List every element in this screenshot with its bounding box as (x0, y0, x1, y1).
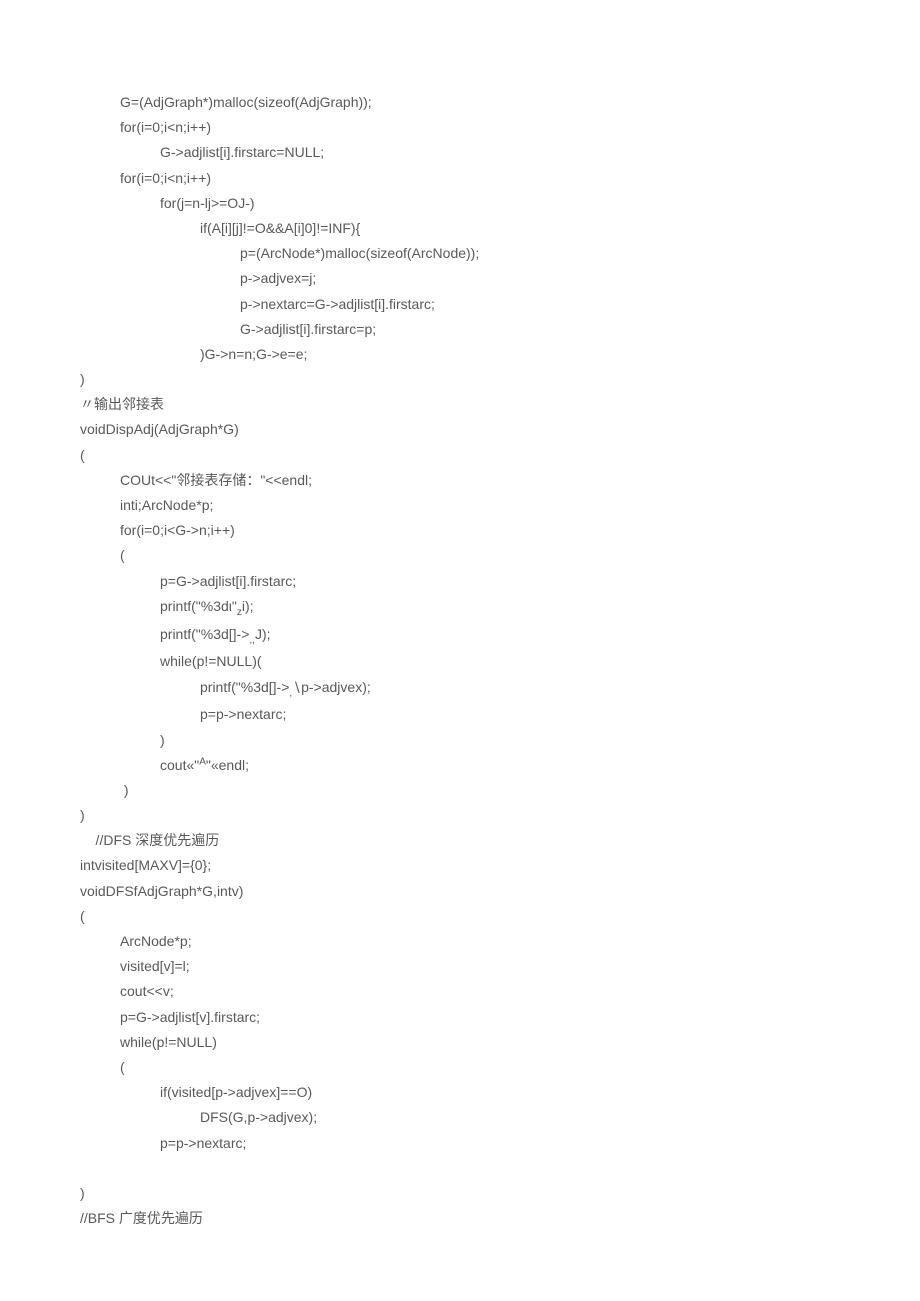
code-line: voidDFSfAdjGraph*G,intv) (80, 879, 840, 904)
code-line: ) (80, 728, 840, 753)
code-line: ( (80, 443, 840, 468)
code-line: cout«"A"«endl; (80, 753, 840, 778)
code-line: p=p->nextarc; (80, 1131, 840, 1156)
code-line: p=G->adjlist[i].firstarc; (80, 569, 840, 594)
code-line: p->adjvex=j; (80, 266, 840, 291)
code-line: G=(AdjGraph*)malloc(sizeof(AdjGraph)); (80, 90, 840, 115)
code-line: for(i=0;i<n;i++) (80, 166, 840, 191)
code-line: inti;ArcNode*p; (80, 493, 840, 518)
code-line: ( (80, 1055, 840, 1080)
code-line: while(p!=NULL)( (80, 649, 840, 674)
code-line: voidDispAdj(AdjGraph*G) (80, 417, 840, 442)
code-line: for(i=0;i<n;i++) (80, 115, 840, 140)
code-line: if(A[i][j]!=O&&A[i]0]!=INF){ (80, 216, 840, 241)
code-line: visited[v]=l; (80, 954, 840, 979)
code-block: G=(AdjGraph*)malloc(sizeof(AdjGraph));fo… (80, 90, 840, 1231)
code-line: for(j=n-lj>=OJ-) (80, 191, 840, 216)
code-line: printf("%3dι"zi); (80, 594, 840, 622)
code-line: p=(ArcNode*)malloc(sizeof(ArcNode)); (80, 241, 840, 266)
code-line: ) (80, 367, 840, 392)
code-line: p->nextarc=G->adjlist[i].firstarc; (80, 292, 840, 317)
code-line: ) (80, 778, 840, 803)
code-line: if(visited[p->adjvex]==O) (80, 1080, 840, 1105)
code-line: ( (80, 904, 840, 929)
code-line: p=G->adjlist[v].firstarc; (80, 1005, 840, 1030)
code-line: DFS(G,p->adjvex); (80, 1105, 840, 1130)
document-page: G=(AdjGraph*)malloc(sizeof(AdjGraph));fo… (0, 0, 920, 1291)
code-line: //BFS 广度优先遍历 (80, 1206, 840, 1231)
code-line: ( (80, 543, 840, 568)
code-line: ) (80, 803, 840, 828)
code-line: 〃输出邻接表 (80, 392, 840, 417)
code-line: printf("%3d[]->,∖p->adjvex); (80, 675, 840, 703)
code-line: p=p->nextarc; (80, 702, 840, 727)
code-line: for(i=0;i<G->n;i++) (80, 518, 840, 543)
code-line (80, 1156, 840, 1181)
code-line: intvisited[MAXV]={0}; (80, 853, 840, 878)
code-line: ) (80, 1181, 840, 1206)
code-line: while(p!=NULL) (80, 1030, 840, 1055)
code-line: cout<<v; (80, 979, 840, 1004)
code-line: G->adjlist[i].firstarc=NULL; (80, 140, 840, 165)
code-line: ArcNode*p; (80, 929, 840, 954)
code-line: COUt<<"邻接表存储："<<endl; (80, 468, 840, 493)
code-line: G->adjlist[i].firstarc=p; (80, 317, 840, 342)
code-line: printf("%3d[]->,,J); (80, 622, 840, 650)
code-line: //DFS 深度优先遍历 (80, 828, 840, 853)
code-line: )G->n=n;G->e=e; (80, 342, 840, 367)
